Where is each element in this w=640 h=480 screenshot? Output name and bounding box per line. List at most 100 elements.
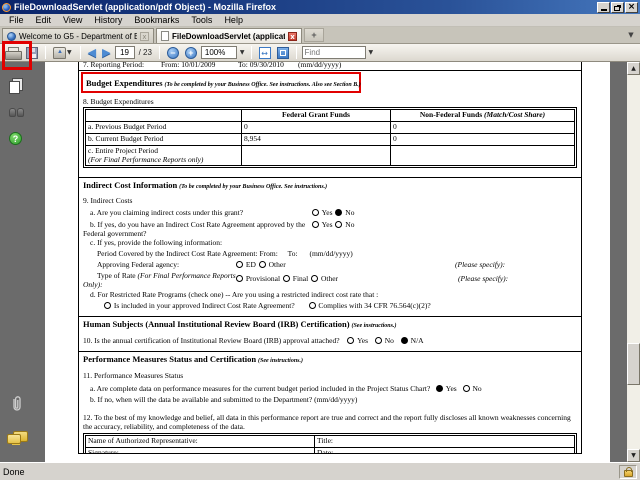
next-page-button[interactable]: ▶ xyxy=(100,45,112,61)
q10-radio-yes xyxy=(347,337,355,344)
reporting-period-label: 7. Reporting Period: xyxy=(83,62,145,69)
annotation-box-heading: Budget Expenditures (To be completed by … xyxy=(81,72,361,93)
tab-close-icon[interactable]: x xyxy=(288,31,297,41)
zoom-level-select[interactable]: 100% xyxy=(200,46,237,59)
row-a-nonfederal-value: 0 xyxy=(390,121,575,134)
section-divider xyxy=(79,70,581,71)
tab-filedownloadservlet[interactable]: FileDownloadServlet (application... x xyxy=(156,28,302,43)
q9c-period-row: Period Covered by the Indirect Cost Rate… xyxy=(97,249,353,258)
paperclip-icon xyxy=(13,396,21,411)
scrollbar-thumb[interactable] xyxy=(627,343,640,385)
window-title: FileDownloadServlet (application/pdf Obj… xyxy=(14,2,277,12)
comments-panel-button[interactable] xyxy=(7,431,28,445)
globe-icon xyxy=(7,31,16,41)
human-subjects-heading: Human Subjects (Annual Institutional Rev… xyxy=(83,319,397,329)
table-row: Name of Authorized Representative: Title… xyxy=(85,435,575,448)
toolbar-separator xyxy=(250,46,252,59)
attachments-panel-button[interactable] xyxy=(10,395,23,417)
menu-tools[interactable]: Tools xyxy=(185,15,218,25)
table-row: Signature: Date: xyxy=(85,447,575,453)
fit-page-icon xyxy=(276,46,289,59)
tab-label: Welcome to G5 - Department of Educat... xyxy=(19,31,137,41)
help-button[interactable]: ? xyxy=(9,132,22,145)
zoom-dropdown-icon[interactable]: ▼ xyxy=(239,49,246,57)
row-b-nonfederal-value: 0 xyxy=(390,133,575,146)
table-row: a. Previous Budget Period 0 0 xyxy=(85,121,575,134)
section-divider xyxy=(79,316,581,317)
menu-help[interactable]: Help xyxy=(218,15,249,25)
find-dropdown-icon[interactable]: ▼ xyxy=(368,49,375,57)
restore-icon xyxy=(614,5,620,11)
q8-label: 8. Budget Expenditures xyxy=(83,97,154,106)
firefox-icon xyxy=(2,2,11,12)
pdf-viewer-area: ? 7. Reporting Period: From: 10/01/2009 … xyxy=(0,62,640,462)
document-icon xyxy=(161,31,169,41)
close-button[interactable]: × xyxy=(625,1,638,13)
toolbar-separator xyxy=(158,46,160,59)
reporting-from: From: 10/01/2009 xyxy=(161,62,216,69)
row-b-federal-value: 8,954 xyxy=(241,133,391,146)
pages-panel-button[interactable] xyxy=(9,78,23,94)
tab-list-button[interactable]: ▼ xyxy=(625,29,637,41)
signature-table: Name of Authorized Representative: Title… xyxy=(83,433,577,453)
toolbar-separator xyxy=(295,46,297,59)
menu-edit[interactable]: Edit xyxy=(30,15,58,25)
budget-expenditures-heading: Budget Expenditures xyxy=(86,78,163,88)
q9a-row: a. Are you claiming indirect costs under… xyxy=(90,208,355,217)
vertical-scrollbar[interactable]: ▲ ▼ xyxy=(627,62,640,462)
agency-radio-ed xyxy=(236,261,243,268)
scrollbar-track[interactable] xyxy=(627,75,640,449)
tab-label: FileDownloadServlet (application... xyxy=(172,31,285,41)
pdf-toolbar: ▼ ◀ ▶ / 23 − + 100% ▼ ↔ ▼ xyxy=(0,44,640,62)
signature-cell: Signature: xyxy=(85,447,315,453)
search-panel-button[interactable] xyxy=(9,108,24,117)
q9-label: 9. Indirect Costs xyxy=(83,196,133,205)
restore-button[interactable] xyxy=(611,1,624,13)
q9d-options-row: Is included in your approved Indirect Co… xyxy=(83,301,577,310)
menu-history[interactable]: History xyxy=(88,15,128,25)
previous-page-button[interactable]: ◀ xyxy=(86,45,98,61)
minimize-icon xyxy=(600,8,607,11)
fit-width-icon: ↔ xyxy=(258,46,271,59)
tab-close-icon[interactable]: x xyxy=(140,31,149,41)
menu-view[interactable]: View xyxy=(57,15,88,25)
status-bar: Done xyxy=(0,462,640,480)
fit-page-button[interactable] xyxy=(275,45,291,61)
q11a-radio-no xyxy=(462,385,470,392)
menu-bookmarks[interactable]: Bookmarks xyxy=(128,15,185,25)
share-button[interactable]: ▼ xyxy=(51,45,75,61)
scroll-down-button[interactable]: ▼ xyxy=(627,449,640,462)
q9a-radio-no xyxy=(335,209,343,216)
row-a-label: a. Previous Budget Period xyxy=(85,121,242,134)
lock-icon xyxy=(623,467,633,477)
row-c-federal-value xyxy=(241,145,391,166)
page-background-strip xyxy=(610,62,627,462)
table-row: c. Entire Project Period (For Final Perfo… xyxy=(85,145,575,166)
zoom-out-button[interactable]: − xyxy=(165,45,181,61)
minimize-button[interactable] xyxy=(597,1,610,13)
zoom-in-icon: + xyxy=(184,46,197,59)
section-divider xyxy=(79,177,581,178)
menu-file[interactable]: File xyxy=(3,15,30,25)
agency-radio-other xyxy=(258,261,266,268)
toolbar-separator xyxy=(79,46,81,59)
page-number-input[interactable] xyxy=(114,46,135,59)
q9d-radio-complies xyxy=(308,302,316,309)
fit-width-button[interactable]: ↔ xyxy=(257,45,273,61)
budget-header-federal: Federal Grant Funds xyxy=(241,109,391,122)
zoom-in-button[interactable]: + xyxy=(183,45,199,61)
new-tab-button[interactable]: + xyxy=(304,28,324,42)
pdf-page: 7. Reporting Period: From: 10/01/2009 To… xyxy=(45,62,610,462)
date-format-hint: (mm/dd/yyyy) xyxy=(298,62,342,69)
budget-header-blank xyxy=(85,109,242,122)
scroll-up-button[interactable]: ▲ xyxy=(627,62,640,75)
q9c-rate-row: Type of Rate (For Final Performance Repo… xyxy=(97,271,509,283)
q10-radio-na xyxy=(400,337,408,344)
date-cell: Date: xyxy=(314,447,575,453)
browser-window: FileDownloadServlet (application/pdf Obj… xyxy=(0,0,640,480)
upload-icon xyxy=(53,46,66,59)
row-c-label: c. Entire Project Period (For Final Perfo… xyxy=(85,145,242,166)
performance-report-form: 7. Reporting Period: From: 10/01/2009 To… xyxy=(78,62,582,454)
table-row: b. Current Budget Period 8,954 0 xyxy=(85,133,575,146)
find-input[interactable] xyxy=(301,46,366,59)
